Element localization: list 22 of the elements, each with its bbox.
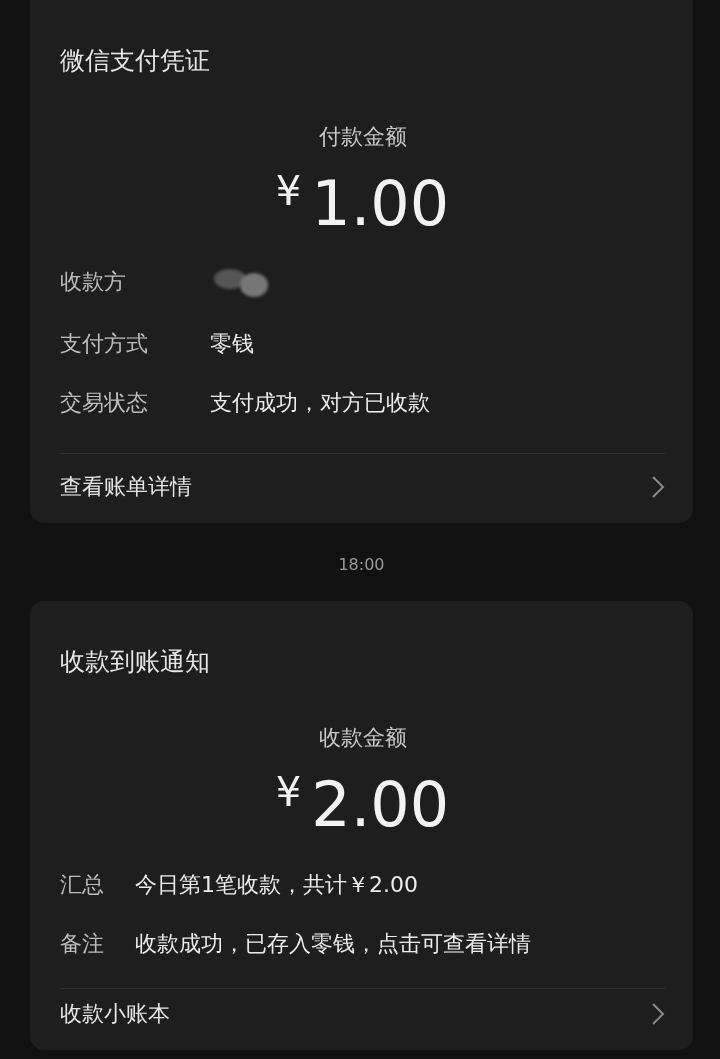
bill-link[interactable]: 收款小账本 <box>60 989 665 1050</box>
amount-value: 2.00 <box>311 768 450 841</box>
field-label: 收款方 <box>60 268 127 296</box>
field-value: 支付成功，对方已收款 <box>210 390 430 415</box>
currency-symbol: ¥ <box>275 769 302 815</box>
field-value: 零钱 <box>210 331 254 356</box>
bill-link[interactable]: 查看账单详情 <box>60 454 665 523</box>
timestamp: 18:00 <box>337 554 386 576</box>
amount-label: 收款金额 <box>317 724 408 752</box>
amount-value: 1.00 <box>311 167 450 240</box>
field-value: 收款成功，已存入零钱，点击可查看详情 <box>135 931 531 956</box>
field-label: 支付方式 <box>60 330 149 358</box>
card-title: 收款到账通知 <box>60 646 211 677</box>
card-title: 微信支付凭证 <box>60 45 211 76</box>
field-value: 今日第1笔收款，共计￥2.00 <box>135 872 418 897</box>
field-label: 汇总 <box>60 871 105 899</box>
chevron-right-icon <box>651 1001 665 1026</box>
field-label: 交易状态 <box>60 389 149 417</box>
currency-symbol: ¥ <box>275 168 302 214</box>
chevron-right-icon <box>651 474 665 499</box>
field-label: 备注 <box>60 930 105 958</box>
amount-label: 付款金额 <box>317 123 408 151</box>
